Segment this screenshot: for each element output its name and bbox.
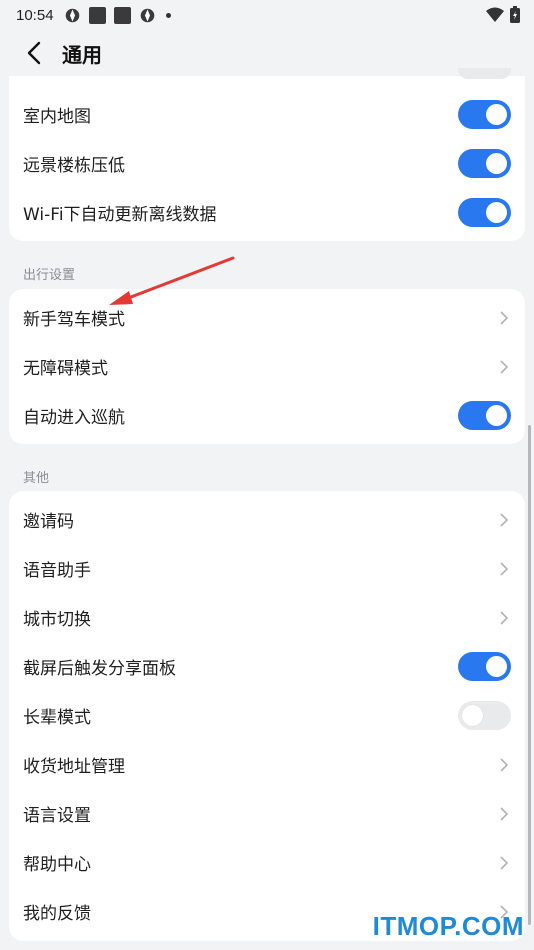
row-label: 长辈模式 — [23, 708, 91, 728]
partial-toggle — [458, 68, 511, 79]
app-notification-icon — [140, 8, 154, 22]
row-label: 收货地址管理 — [23, 757, 125, 777]
status-bar: 10:54 — [0, 0, 534, 30]
row-label: 室内地图 — [23, 107, 91, 127]
row-novice-driving-mode[interactable]: 新手驾车模式 — [9, 293, 525, 342]
row-invite-code[interactable]: 邀请码 — [9, 495, 525, 544]
indoor-map-toggle[interactable] — [458, 100, 511, 129]
app-notification-icon — [88, 6, 106, 24]
app-notification-icon — [65, 8, 79, 22]
row-screenshot-share[interactable]: 截屏后触发分享面板 — [9, 642, 525, 691]
status-time: 10:54 — [16, 6, 54, 24]
more-notifications-dot-icon — [165, 12, 171, 18]
row-label: 语言设置 — [23, 806, 91, 826]
scrollbar[interactable] — [528, 425, 531, 925]
chevron-right-icon — [497, 512, 511, 527]
row-label: 帮助中心 — [23, 855, 91, 875]
chevron-right-icon — [497, 757, 511, 772]
chevron-right-icon — [497, 310, 511, 325]
wifi-icon — [486, 7, 504, 22]
row-wifi-offline-update[interactable]: Wi-Fi下自动更新离线数据 — [9, 188, 525, 237]
section-header-other: 其他 — [23, 471, 50, 486]
chevron-right-icon — [497, 855, 511, 870]
chevron-right-icon — [497, 610, 511, 625]
row-indoor-map[interactable]: 室内地图 — [9, 90, 525, 139]
row-auto-cruise[interactable]: 自动进入巡航 — [9, 391, 525, 440]
row-voice-assistant[interactable]: 语音助手 — [9, 544, 525, 593]
battery-icon — [510, 6, 520, 23]
row-label: 无障碍模式 — [23, 359, 108, 379]
back-arrow-icon — [27, 41, 41, 65]
wifi-offline-update-toggle[interactable] — [458, 198, 511, 227]
row-accessibility-mode[interactable]: 无障碍模式 — [9, 342, 525, 391]
chevron-right-icon — [497, 561, 511, 576]
page-header: 通用 — [0, 30, 534, 76]
section-header-travel: 出行设置 — [23, 268, 76, 283]
row-shipping-address[interactable]: 收货地址管理 — [9, 740, 525, 789]
row-label: 自动进入巡航 — [23, 408, 125, 428]
screenshot-share-toggle[interactable] — [458, 652, 511, 681]
row-label: 语音助手 — [23, 561, 91, 581]
distant-buildings-toggle[interactable] — [458, 149, 511, 178]
elder-mode-toggle[interactable] — [458, 701, 511, 730]
page-title: 通用 — [62, 42, 102, 67]
row-label: 截屏后触发分享面板 — [23, 659, 176, 679]
row-distant-buildings[interactable]: 远景楼栋压低 — [9, 139, 525, 188]
row-label: 城市切换 — [23, 610, 91, 630]
back-button[interactable] — [14, 33, 54, 73]
row-language-settings[interactable]: 语言设置 — [9, 789, 525, 838]
watermark-logo: ITMOP.COM — [372, 911, 524, 941]
row-city-switch[interactable]: 城市切换 — [9, 593, 525, 642]
app-notification-icon — [113, 6, 131, 24]
chevron-right-icon — [497, 359, 511, 374]
row-label: 远景楼栋压低 — [23, 156, 125, 176]
row-label: Wi-Fi下自动更新离线数据 — [23, 205, 217, 225]
display-settings-card: 室内地图 远景楼栋压低 Wi-Fi下自动更新离线数据 — [9, 68, 525, 241]
row-help-center[interactable]: 帮助中心 — [9, 838, 525, 887]
auto-cruise-toggle[interactable] — [458, 401, 511, 430]
row-elder-mode[interactable]: 长辈模式 — [9, 691, 525, 740]
row-label: 我的反馈 — [23, 904, 91, 924]
row-label: 邀请码 — [23, 512, 74, 532]
annotation-arrow-icon — [109, 256, 235, 305]
other-settings-card: 邀请码 语音助手 城市切换 截屏后触发分享面板 长辈模式 收货地址管理 语言设置 — [9, 491, 525, 941]
chevron-right-icon — [497, 806, 511, 821]
travel-settings-card: 新手驾车模式 无障碍模式 自动进入巡航 — [9, 289, 525, 444]
